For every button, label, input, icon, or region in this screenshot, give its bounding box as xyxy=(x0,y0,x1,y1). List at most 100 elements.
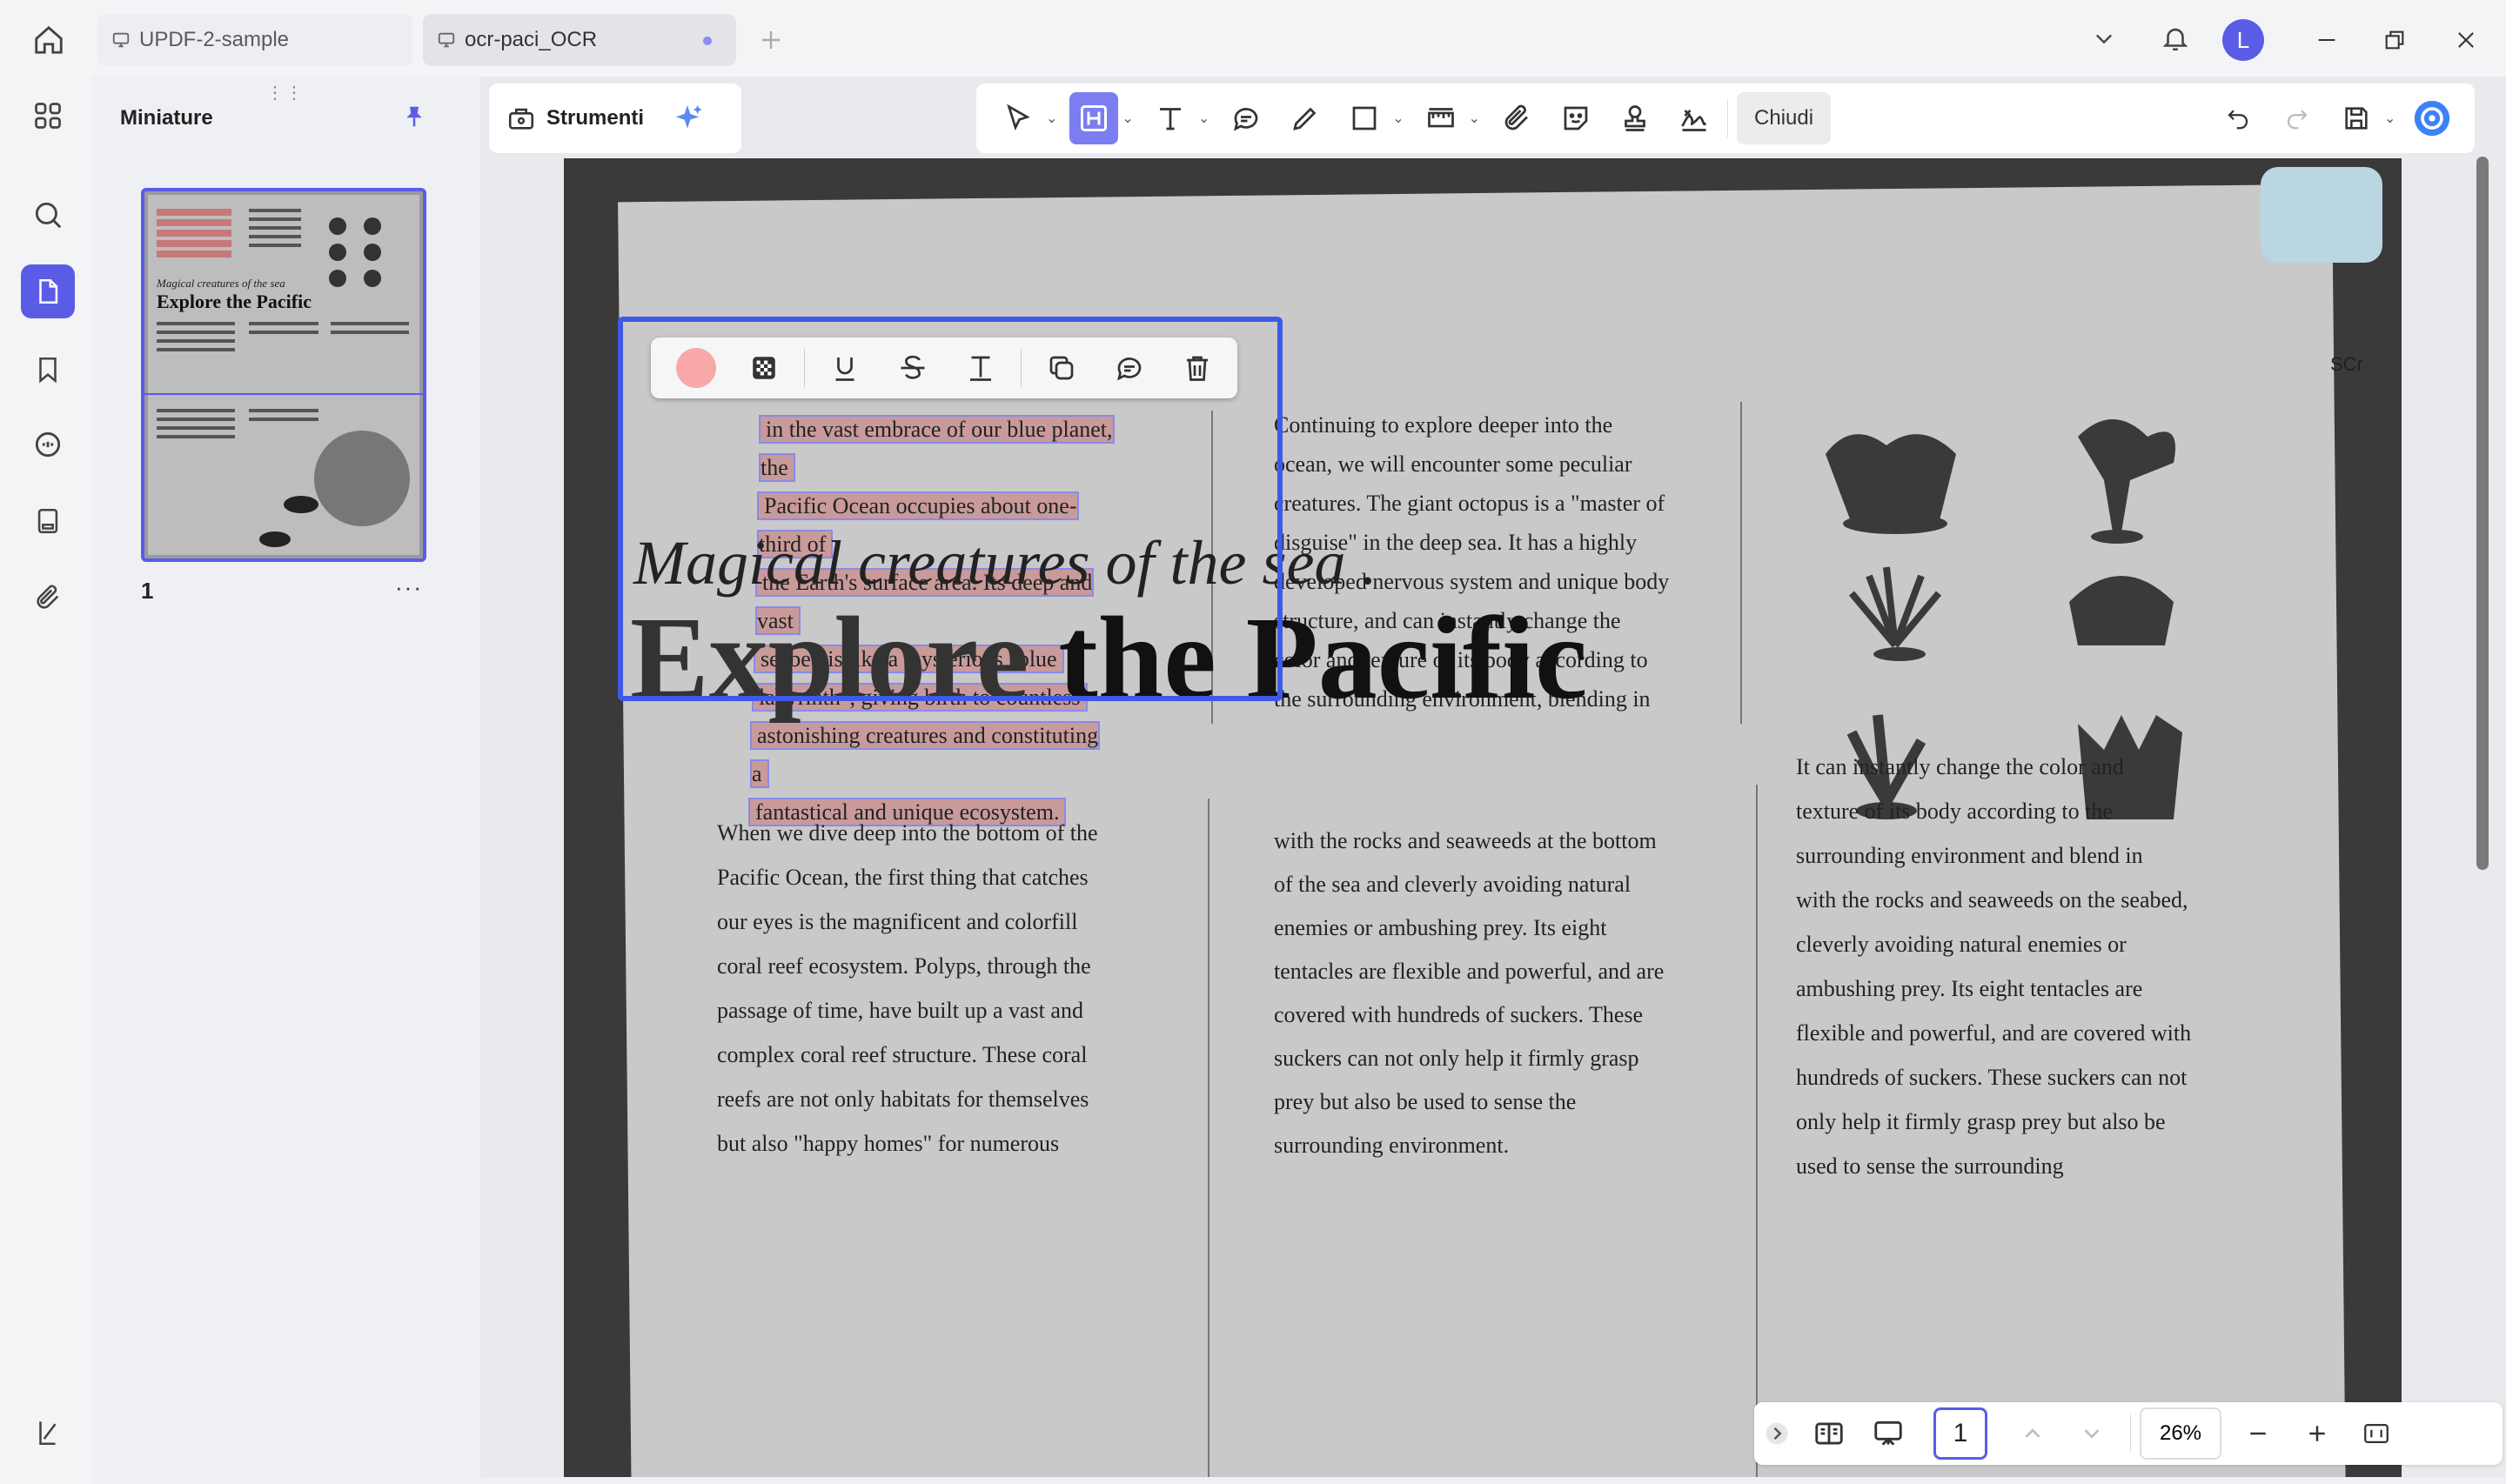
chevron-down-icon[interactable]: ⌄ xyxy=(1392,110,1404,127)
panel-title: Miniature xyxy=(120,106,213,130)
measure-tool[interactable] xyxy=(1417,92,1465,144)
strikethrough-button[interactable] xyxy=(885,344,941,392)
restore-button[interactable] xyxy=(2375,21,2414,59)
home-icon[interactable] xyxy=(28,19,70,61)
rail-bookmarks-button[interactable] xyxy=(21,343,75,397)
text-line: surrounding environment. xyxy=(1274,1133,1510,1158)
strikethrough-icon xyxy=(901,355,925,379)
tab-updf-sample[interactable]: UPDF-2-sample xyxy=(97,14,412,66)
zoom-level-field[interactable]: 26% xyxy=(2140,1407,2221,1460)
replace-text-button[interactable] xyxy=(953,344,1008,392)
rail-organize-button[interactable] xyxy=(21,89,75,143)
text-line: complex coral reef structure. These cora… xyxy=(717,1042,1088,1067)
rail-thumbnails-button[interactable] xyxy=(21,264,75,318)
redo-icon xyxy=(2287,110,2308,130)
chevron-up-icon xyxy=(2025,1428,2040,1438)
rail-forms-button[interactable] xyxy=(21,494,75,548)
pin-panel-button[interactable] xyxy=(399,101,430,132)
thumbnail-more-button[interactable]: ··· xyxy=(395,574,423,601)
chevron-down-icon[interactable]: ⌄ xyxy=(2384,110,2395,127)
pen-tool[interactable] xyxy=(1281,92,1330,144)
rail-attachments-button[interactable] xyxy=(21,571,75,625)
select-tool[interactable] xyxy=(994,92,1042,144)
tabs-dropdown-button[interactable] xyxy=(2087,21,2121,56)
attach-tool[interactable] xyxy=(1492,92,1541,144)
text-line: but also "happy homes" for numerous xyxy=(717,1131,1060,1156)
rectangle-icon xyxy=(1352,106,1377,130)
chevron-down-icon[interactable]: ⌄ xyxy=(1469,110,1480,127)
page-icon xyxy=(39,278,58,304)
column-divider xyxy=(1740,402,1742,724)
undo-button[interactable] xyxy=(2214,92,2262,144)
add-comment-button[interactable] xyxy=(1102,344,1157,392)
corner-label: SCr xyxy=(2330,353,2363,375)
signature-icon xyxy=(1681,110,1707,131)
text-line: coral reef ecosystem. Polyps, through th… xyxy=(717,953,1091,979)
text-line: creatures. The giant octopus is a "maste… xyxy=(1274,491,1665,516)
color-swatch-icon xyxy=(676,348,716,388)
plus-icon xyxy=(762,31,780,49)
notifications-button[interactable] xyxy=(2156,19,2194,57)
copy-button[interactable] xyxy=(1034,344,1089,392)
close-tools-button[interactable]: Chiudi xyxy=(1737,92,1832,144)
highlight-tool[interactable] xyxy=(1069,92,1119,144)
minimize-button[interactable] xyxy=(2308,21,2346,59)
undo-icon xyxy=(2228,110,2248,130)
text-line: hundreds of suckers. These suckers can n… xyxy=(1796,1065,2188,1090)
prev-page-button[interactable] xyxy=(2008,1407,2057,1460)
text-line: reefs are not only habitats for themselv… xyxy=(717,1086,1089,1112)
tools-label[interactable]: Strumenti xyxy=(546,106,644,130)
rail-search-button[interactable] xyxy=(21,188,75,242)
annotation-mini-toolbar xyxy=(651,338,1237,398)
text-line: texture of its body according to the xyxy=(1796,799,2113,824)
vertical-scrollbar[interactable] xyxy=(2476,157,2489,870)
comment-tool[interactable] xyxy=(1222,92,1270,144)
rail-layers-button[interactable] xyxy=(21,1406,75,1460)
chevron-down-icon[interactable]: ⌄ xyxy=(1046,110,1057,127)
underline-button[interactable] xyxy=(817,344,873,392)
page-thumbnail[interactable]: Magical creatures of the sea Explore the… xyxy=(141,188,426,562)
signature-tool[interactable] xyxy=(1670,92,1719,144)
actual-size-button[interactable] xyxy=(2352,1407,2401,1460)
shape-tool[interactable] xyxy=(1340,92,1389,144)
chevron-down-icon[interactable]: ⌄ xyxy=(1198,110,1209,127)
zoom-in-button[interactable] xyxy=(2293,1407,2342,1460)
next-page-button[interactable] xyxy=(2067,1407,2116,1460)
figurine-decoration xyxy=(2261,167,2382,263)
highlight-line[interactable]: astonishing creatures and constituting a xyxy=(749,721,1101,788)
delete-button[interactable] xyxy=(1169,344,1225,392)
speech-bubble-icon xyxy=(1234,108,1258,131)
presentation-button[interactable] xyxy=(1864,1407,1913,1460)
tab-label: ocr-paci_OCR xyxy=(465,28,598,51)
close-window-button[interactable] xyxy=(2447,21,2485,59)
ai-sparkle-icon[interactable] xyxy=(670,101,705,136)
zoom-out-button[interactable] xyxy=(2234,1407,2282,1460)
highlight-box-icon xyxy=(1081,105,1108,131)
column-divider xyxy=(1756,785,1758,1477)
layers-icon xyxy=(39,1421,57,1446)
close-icon xyxy=(2458,32,2474,48)
page-layout-button[interactable] xyxy=(1805,1407,1853,1460)
chevron-down-icon[interactable]: ⌄ xyxy=(1122,110,1133,127)
sticker-tool[interactable] xyxy=(1551,92,1600,144)
opacity-icon xyxy=(753,357,775,379)
tab-ocr-paci[interactable]: ocr-paci_OCR xyxy=(423,14,736,66)
highlight-color-button[interactable] xyxy=(668,344,724,392)
stamp-tool[interactable] xyxy=(1611,92,1659,144)
add-tab-button[interactable] xyxy=(754,23,788,57)
monitor-icon xyxy=(112,32,130,48)
ai-assistant-button[interactable] xyxy=(2408,92,2456,144)
save-button[interactable] xyxy=(2332,92,2381,144)
user-avatar[interactable]: L xyxy=(2222,19,2264,61)
resize-handle[interactable]: ⋮⋮ xyxy=(266,82,305,104)
page-number-input[interactable]: 1 xyxy=(1933,1407,1987,1460)
redo-button[interactable] xyxy=(2273,92,2322,144)
paperclip-icon xyxy=(1504,104,1528,130)
opacity-button[interactable] xyxy=(736,344,792,392)
text-tool[interactable] xyxy=(1146,92,1195,144)
rail-comments-button[interactable] xyxy=(21,418,75,471)
plus-icon xyxy=(2309,1426,2325,1441)
collapse-bar-button[interactable] xyxy=(1759,1407,1794,1460)
text-line: only help it firmly grasp prey but also … xyxy=(1796,1109,2166,1134)
pen-icon xyxy=(1293,107,1317,130)
